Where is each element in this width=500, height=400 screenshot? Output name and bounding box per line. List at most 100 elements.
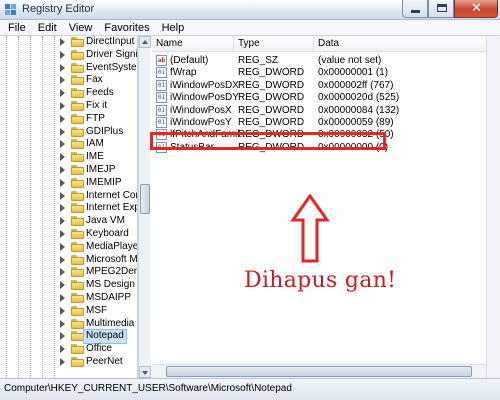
scroll-thumb[interactable] (166, 366, 472, 377)
folder-icon (71, 49, 84, 60)
arrow-up-icon (290, 194, 330, 263)
expand-arrow-icon[interactable] (60, 140, 65, 149)
scroll-thumb[interactable] (140, 184, 150, 214)
menu-view[interactable]: View (63, 20, 99, 36)
menu-favorites[interactable]: Favorites (98, 20, 155, 36)
tree-item[interactable]: PeerNet (0, 356, 137, 369)
expand-arrow-icon[interactable] (60, 242, 65, 251)
tree-item[interactable]: Multimedia (0, 317, 137, 331)
scroll-up-button[interactable] (139, 36, 151, 48)
expand-arrow-icon[interactable] (60, 153, 65, 162)
expand-arrow-icon[interactable] (60, 230, 65, 238)
tree-item[interactable]: FTP (0, 113, 137, 126)
expand-arrow-icon[interactable] (60, 50, 65, 59)
menu-bar: File Edit View Favorites Help (0, 20, 500, 36)
tree-item[interactable]: Java VM (0, 215, 137, 228)
status-bar: Computer\HKEY_CURRENT_USER\Software\Micr… (0, 378, 500, 400)
expand-arrow-icon[interactable] (60, 204, 65, 213)
tree-item[interactable]: GDIPlus (0, 126, 137, 139)
annotation-text: Dihapus gan! (244, 268, 397, 293)
folder-icon (71, 139, 84, 150)
tree-item[interactable]: Internet Conn (0, 190, 137, 203)
binary-value-icon: 01 (156, 79, 167, 91)
tree-item[interactable]: Fix it (0, 100, 137, 113)
tree-item-label: IMEMIP (86, 176, 122, 188)
table-row[interactable]: 01 iWindowPosDX REG_DWORD 0x000002ff (767) (152, 79, 500, 92)
menu-edit[interactable]: Edit (32, 20, 63, 36)
table-row[interactable]: 01 fWrap REG_DWORD 0x00000001 (1) (152, 66, 500, 79)
expand-arrow-icon[interactable] (60, 89, 65, 98)
maximize-button[interactable] (428, 0, 454, 18)
tree-item[interactable]: IAM (0, 138, 137, 151)
expand-arrow-icon[interactable] (60, 166, 65, 174)
tree-item[interactable]: Fax (0, 74, 137, 87)
tree-item-label: Office (86, 343, 112, 355)
expand-arrow-icon[interactable] (60, 332, 65, 341)
expand-arrow-icon[interactable] (60, 63, 65, 72)
folder-icon (71, 254, 84, 265)
expand-arrow-icon[interactable] (60, 191, 65, 200)
column-header-data[interactable]: Data (314, 36, 500, 52)
tree-item[interactable]: IME (0, 151, 137, 164)
expand-arrow-icon[interactable] (60, 255, 65, 264)
list-horizontal-scrollbar[interactable] (152, 364, 486, 378)
tree-item[interactable]: Office (0, 343, 137, 356)
folder-icon (71, 152, 84, 163)
table-row[interactable]: ab (Default) REG_SZ (value not set) (152, 54, 500, 67)
folder-icon (71, 126, 84, 137)
tree-item-label: PeerNet (86, 356, 123, 367)
expand-arrow-icon[interactable] (60, 38, 65, 46)
close-button[interactable]: ✕ (454, 0, 498, 18)
scroll-down-button[interactable] (139, 366, 151, 378)
tree-item[interactable]: MS Design Too (0, 279, 137, 292)
expand-arrow-icon[interactable] (60, 358, 65, 366)
tree-item[interactable]: Notepad (0, 329, 137, 345)
table-row[interactable]: 01 iWindowPosY REG_DWORD 0x00000059 (89) (152, 116, 500, 129)
tree-item-label: Microsoft Mar (86, 253, 138, 265)
tree-item[interactable]: MSDAIPP (0, 292, 137, 305)
column-header-type[interactable]: Type (234, 36, 314, 52)
tree-item-label: MediaPlayer (86, 240, 138, 252)
expand-arrow-icon[interactable] (60, 127, 65, 136)
tree-item[interactable]: Microsoft Mar (0, 253, 138, 267)
expand-arrow-icon[interactable] (60, 76, 65, 85)
tree-item[interactable]: MPEG2Demult (0, 266, 137, 279)
expand-arrow-icon[interactable] (60, 281, 65, 290)
folder-icon (71, 344, 84, 355)
tree-item[interactable]: Internet Explor (0, 202, 137, 215)
tree-item[interactable]: EventSystem (0, 62, 137, 75)
tree-item[interactable]: IMEJP (0, 164, 137, 177)
expand-arrow-icon[interactable] (60, 102, 65, 110)
tree-item[interactable]: DirectInput (0, 36, 137, 49)
tree-item[interactable]: Feeds (0, 87, 137, 100)
table-row[interactable]: 01 iWindowPosDY REG_DWORD 0x0000020d (525) (152, 91, 500, 104)
tree-item-label: Multimedia (86, 317, 135, 329)
tree-item[interactable]: MediaPlayer (0, 240, 138, 254)
expand-arrow-icon[interactable] (60, 294, 65, 302)
string-value-icon: ab (156, 55, 167, 66)
tree-item[interactable]: Driver Signing (0, 49, 137, 62)
tree-item-label: MSF (86, 304, 108, 316)
column-header-name[interactable]: Name (152, 36, 234, 52)
window-controls: ✕ (402, 0, 498, 18)
list-vertical-scrollbar[interactable] (486, 36, 500, 378)
binary-value-icon: 01 (156, 92, 167, 104)
expand-arrow-icon[interactable] (60, 217, 65, 226)
tree-vertical-scrollbar[interactable] (138, 36, 151, 378)
minimize-button[interactable] (402, 0, 428, 18)
key-tree[interactable]: DirectInputDriver SigningEventSystemFaxF… (0, 36, 138, 378)
maximize-icon (437, 4, 447, 12)
expand-arrow-icon[interactable] (60, 268, 65, 277)
expand-arrow-icon[interactable] (60, 178, 65, 187)
table-row[interactable]: 01 iWindowPosX REG_DWORD 0x00000084 (132) (152, 104, 500, 117)
tree-item[interactable]: IMEMIP (0, 176, 137, 190)
expand-arrow-icon[interactable] (60, 114, 65, 123)
minimize-icon (411, 10, 420, 13)
tree-item[interactable]: MSF (0, 304, 137, 318)
tree-item[interactable]: Keyboard (0, 228, 137, 241)
expand-arrow-icon[interactable] (60, 306, 65, 315)
menu-file[interactable]: File (2, 20, 32, 36)
expand-arrow-icon[interactable] (60, 319, 65, 328)
expand-arrow-icon[interactable] (60, 345, 65, 354)
menu-help[interactable]: Help (156, 20, 191, 36)
